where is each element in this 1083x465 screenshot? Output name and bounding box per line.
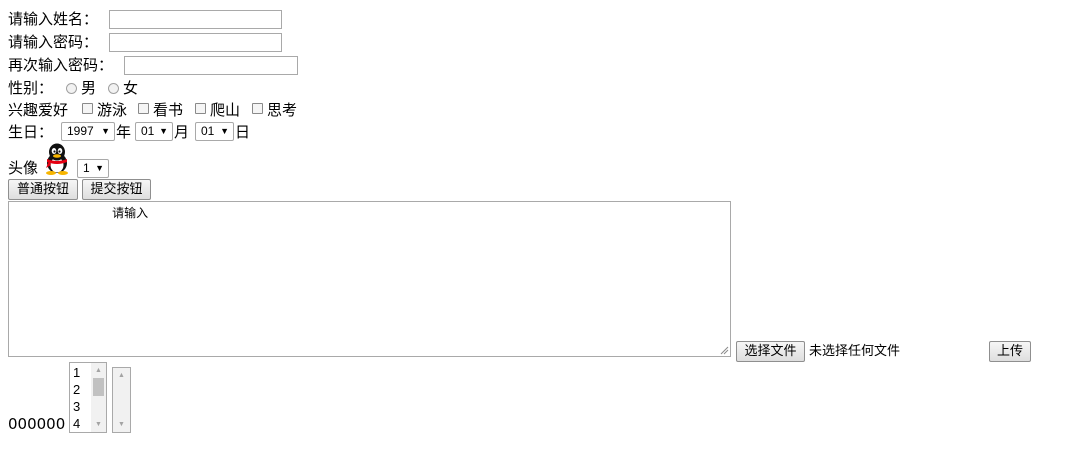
listbox-option[interactable]: 1 [73, 364, 80, 381]
hobby-swim-label: 游泳 [97, 101, 128, 119]
hobby-climb-label: 爬山 [210, 101, 241, 119]
day-select-value: 01 [201, 124, 215, 138]
avatar-label: 头像 [8, 159, 39, 177]
footer-text: 000000 [8, 415, 66, 433]
gender-label: 性别： [8, 79, 54, 97]
day-select[interactable]: 01 ▼ [195, 122, 234, 141]
password-input[interactable] [109, 33, 282, 52]
hobby-checkbox-think[interactable] [252, 103, 263, 114]
number-listbox[interactable]: 1 2 3 4 ▲ ▼ [69, 362, 107, 433]
scroll-up-icon[interactable]: ▲ [91, 363, 106, 378]
qq-penguin-icon [40, 141, 74, 175]
year-select-value: 1997 [67, 124, 94, 138]
gender-radio-female[interactable] [108, 83, 119, 94]
choose-file-button[interactable]: 选择文件 [736, 341, 805, 362]
month-select[interactable]: 01 ▼ [135, 122, 173, 141]
year-select[interactable]: 1997 ▼ [61, 122, 115, 141]
resize-grip-icon[interactable] [720, 346, 729, 355]
dropdown-arrow-icon: ▼ [159, 126, 168, 136]
dropdown-arrow-icon: ▼ [220, 126, 229, 136]
empty-listbox[interactable]: ▲ ▼ [112, 367, 131, 433]
message-textarea[interactable]: 请输入 [8, 201, 731, 357]
hobby-checkbox-climb[interactable] [195, 103, 206, 114]
hobby-think-label: 思考 [267, 101, 298, 119]
listbox-option[interactable]: 4 [73, 415, 80, 432]
normal-button[interactable]: 普通按钮 [8, 179, 78, 200]
month-select-value: 01 [141, 124, 155, 138]
hobby-label: 兴趣爱好 [8, 101, 69, 119]
scroll-up-icon[interactable]: ▲ [113, 368, 130, 383]
confirm-password-label: 再次输入密码： [8, 56, 114, 74]
submit-button[interactable]: 提交按钮 [82, 179, 151, 200]
hobby-read-label: 看书 [153, 101, 184, 119]
listbox-option[interactable]: 3 [73, 398, 80, 415]
scrollbar-thumb[interactable] [93, 378, 104, 396]
scroll-down-icon[interactable]: ▼ [91, 417, 106, 432]
file-status: 未选择任何文件 [809, 344, 901, 359]
year-unit: 年 [116, 123, 132, 141]
avatar-select[interactable]: 1 ▼ [77, 159, 109, 178]
confirm-password-input[interactable] [124, 56, 298, 75]
month-unit: 月 [174, 123, 190, 141]
gender-option-female: 女 [123, 79, 139, 97]
day-unit: 日 [235, 123, 251, 141]
empty-listbox-scrollbar[interactable]: ▲ ▼ [113, 368, 130, 432]
name-input[interactable] [109, 10, 282, 29]
gender-radio-male[interactable] [66, 83, 77, 94]
hobby-checkbox-swim[interactable] [82, 103, 93, 114]
name-label: 请输入姓名： [8, 10, 99, 28]
textarea-content: 请输入 [11, 206, 149, 220]
upload-button[interactable]: 上传 [989, 341, 1031, 362]
listbox-scrollbar[interactable]: ▲ ▼ [91, 363, 106, 432]
dropdown-arrow-icon: ▼ [101, 126, 110, 136]
hobby-checkbox-read[interactable] [138, 103, 149, 114]
avatar-select-value: 1 [83, 161, 90, 175]
scroll-down-icon[interactable]: ▼ [113, 417, 130, 432]
dropdown-arrow-icon: ▼ [95, 163, 104, 173]
listbox-option[interactable]: 2 [73, 381, 80, 398]
birthday-label: 生日： [8, 123, 54, 141]
gender-option-male: 男 [81, 79, 97, 97]
password-label: 请输入密码： [8, 33, 99, 51]
